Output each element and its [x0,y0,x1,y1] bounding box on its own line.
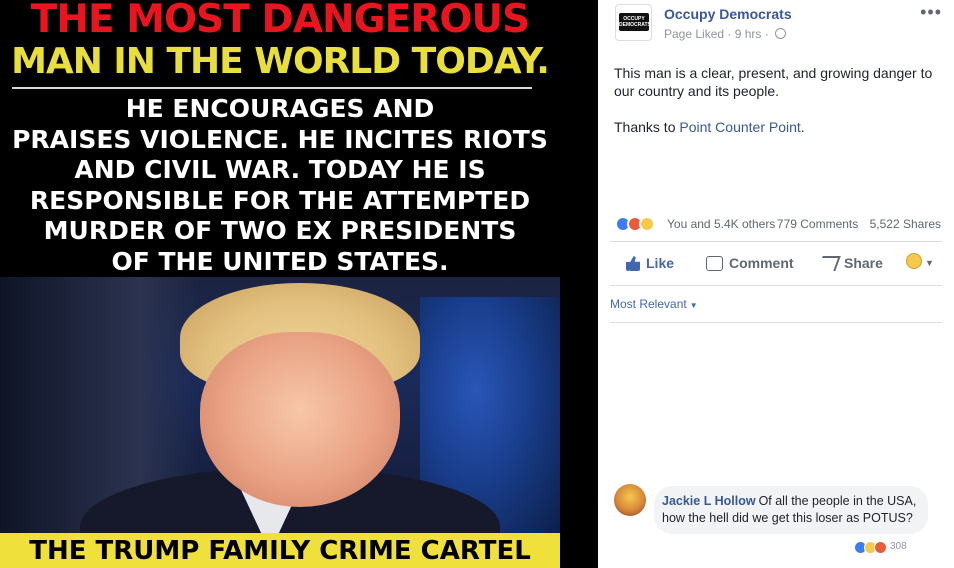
comment-author-link[interactable]: Jackie L Hollow [662,494,756,508]
chevron-down-icon: ▼ [689,301,698,310]
globe-icon[interactable] [775,28,787,39]
sort-label: Most Relevant [610,297,687,311]
post-as-selector[interactable]: ▼ [906,253,934,269]
face-shape [200,332,400,507]
post-meta-text: Page Liked · 9 hrs · [664,27,769,41]
comments-count-link[interactable]: 779 Comments [777,217,858,231]
comment-icon [706,256,723,271]
reaction-summary[interactable]: You and 5.4K others [667,217,775,231]
comment-reaction-count: 308 [890,541,907,552]
portrait-photo [0,277,560,533]
page-avatar-text: OCCUPY DEMOCRATS [619,13,651,31]
thanks-prefix: Thanks to [614,119,680,135]
reactions-bar: You and 5.4K others 779 Comments 5,522 S… [615,215,945,233]
post-meta: Page Liked · 9 hrs · [664,27,787,41]
shares-count-link[interactable]: 5,522 Shares [870,217,941,231]
thanks-suffix: . [800,119,805,135]
divider-middle [610,285,942,286]
image-body-text: HE ENCOURAGES AND PRAISES VIOLENCE. HE I… [12,94,548,276]
image-headline-line1: THE MOST DANGEROUS [30,0,530,42]
like-label: Like [646,255,675,271]
post-thanks-paragraph: Thanks to Point Counter Point. [614,118,944,136]
comment-bubble: Jackie L Hollow Of all the people in the … [654,486,928,534]
share-label: Share [844,255,883,271]
post-text: This man is a clear, present, and growin… [614,64,944,154]
more-options-icon[interactable]: ••• [920,2,942,23]
comment-label: Comment [729,255,794,271]
like-button[interactable]: Like [626,254,674,274]
point-counter-point-link[interactable]: Point Counter Point [679,119,800,135]
image-banner: THE TRUMP FAMILY CRIME CARTEL [0,533,560,568]
profile-face-icon [906,253,922,269]
post-image[interactable]: THE MOST DANGEROUS MAN IN THE WORLD TODA… [0,0,598,568]
comment-button[interactable]: Comment [706,254,794,274]
comment-sort-dropdown[interactable]: Most Relevant ▼ [610,297,698,311]
commenter-avatar[interactable] [614,484,646,516]
chevron-down-icon: ▼ [925,258,934,268]
post-panel: OCCUPY DEMOCRATS Occupy Democrats Page L… [598,0,954,568]
sad-reaction-icon [639,216,655,232]
divider-comments [610,322,942,323]
image-divider [12,87,532,89]
divider-top [610,241,942,242]
love-reaction-icon [874,541,887,554]
image-headline-line2: MAN IN THE WORLD TODAY. [11,41,550,82]
action-bar: Like Comment Share ▼ [598,248,954,278]
share-button[interactable]: Share [817,254,883,274]
thumbs-up-icon [626,256,640,271]
page-name-link[interactable]: Occupy Democrats [664,6,792,22]
reaction-icons[interactable] [615,215,665,233]
page-avatar[interactable]: OCCUPY DEMOCRATS [615,4,652,41]
share-arrow-icon [817,256,841,271]
post-text-paragraph: This man is a clear, present, and growin… [614,65,933,99]
reaction-counts: 779 Comments 5,522 Shares [769,217,941,231]
